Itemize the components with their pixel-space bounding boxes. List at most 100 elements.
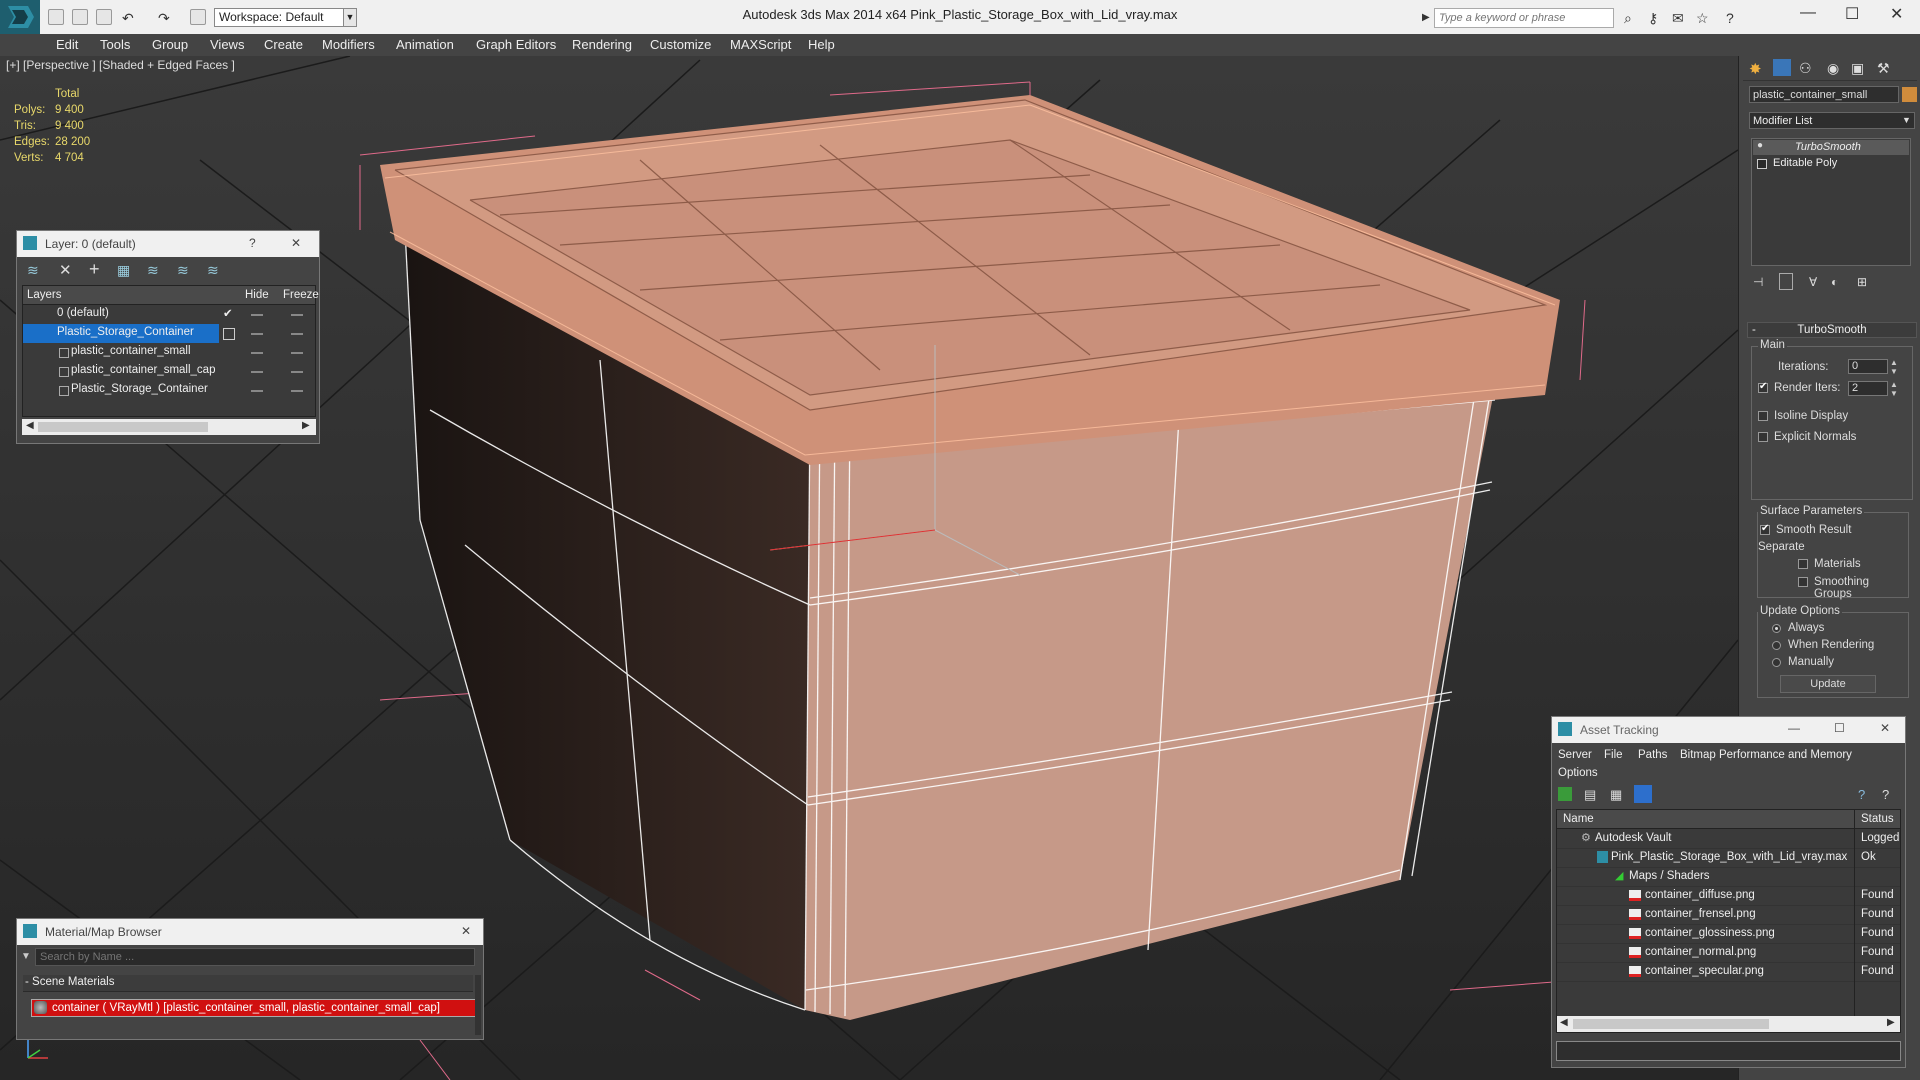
material-browser-titlebar[interactable]: Material/Map Browser ✕: [17, 919, 483, 945]
asset-tracking-titlebar[interactable]: Asset Tracking — ☐ ✕: [1552, 717, 1905, 743]
table-row[interactable]: ◢ Maps / Shaders: [1557, 867, 1900, 887]
always-radio[interactable]: [1772, 624, 1781, 633]
list-item[interactable]: plastic_container_small_cap: [23, 362, 315, 381]
menu-group[interactable]: Group: [152, 37, 188, 52]
isoline-display-checkbox[interactable]: [1758, 411, 1768, 421]
horizontal-scrollbar[interactable]: ◀ ▶: [1557, 1016, 1900, 1032]
hide-toggle[interactable]: [251, 352, 263, 354]
scroll-left-icon[interactable]: ◀: [1560, 1017, 1568, 1028]
options-chevron-icon[interactable]: ▼: [21, 951, 31, 962]
column-freeze[interactable]: Freeze: [283, 289, 319, 301]
select-objects-icon[interactable]: ▦: [117, 262, 130, 279]
display-tab-icon[interactable]: ▣: [1851, 60, 1864, 77]
hide-toggle[interactable]: [251, 314, 263, 316]
column-layers[interactable]: Layers: [27, 289, 62, 301]
asset-path-field[interactable]: [1556, 1041, 1901, 1061]
list-item[interactable]: 0 (default) ✔: [23, 305, 315, 324]
smoothing-groups-checkbox[interactable]: [1798, 577, 1808, 587]
current-layer-check-icon[interactable]: ✔: [223, 306, 233, 320]
table-row[interactable]: container_glossiness.png Found: [1557, 924, 1900, 944]
freeze-toggle[interactable]: [291, 390, 303, 392]
expand-arrow-icon[interactable]: ▶: [1422, 12, 1430, 23]
update-button[interactable]: Update: [1780, 675, 1876, 693]
material-item[interactable]: container ( VRayMtl ) [plastic_container…: [31, 999, 481, 1017]
freeze-toggle[interactable]: [291, 314, 303, 316]
table-row[interactable]: container_frensel.png Found: [1557, 905, 1900, 925]
freeze-toggle[interactable]: [291, 333, 303, 335]
viewport-label[interactable]: [+] [Perspective ] [Shaded + Edged Faces…: [6, 58, 235, 72]
list-item[interactable]: Plastic_Storage_Container: [23, 381, 315, 400]
pin-stack-icon[interactable]: ⊣: [1753, 275, 1763, 289]
explicit-normals-checkbox[interactable]: [1758, 432, 1768, 442]
motion-tab-icon[interactable]: ◉: [1827, 60, 1839, 77]
menu-graph-editors[interactable]: Graph Editors: [476, 37, 556, 52]
table-row[interactable]: container_diffuse.png Found: [1557, 886, 1900, 906]
current-layer-checkbox[interactable]: [223, 328, 235, 340]
close-window-icon[interactable]: ✕: [1890, 4, 1903, 24]
highlight-layer-icon[interactable]: ≋: [147, 262, 159, 279]
freeze-toggle[interactable]: [291, 352, 303, 354]
menu-create[interactable]: Create: [264, 37, 303, 52]
iterations-spinner[interactable]: 0: [1848, 359, 1888, 374]
render-iters-checkbox[interactable]: [1758, 381, 1768, 393]
menu-rendering[interactable]: Rendering: [572, 37, 632, 52]
menu-maxscript[interactable]: MAXScript: [730, 37, 791, 52]
table-view-icon[interactable]: [1634, 785, 1652, 803]
thumbnail-view-icon[interactable]: ▦: [1610, 787, 1622, 803]
materials-checkbox[interactable]: [1798, 559, 1808, 569]
column-divider[interactable]: [1854, 810, 1855, 828]
help-icon[interactable]: ?: [1726, 10, 1734, 26]
object-color-swatch[interactable]: [1902, 87, 1917, 102]
table-row[interactable]: Pink_Plastic_Storage_Box_with_Lid_vray.m…: [1557, 848, 1900, 868]
render-iters-spinner[interactable]: 2: [1848, 381, 1888, 396]
hide-all-layers-icon[interactable]: ≋: [177, 262, 189, 279]
material-search-input[interactable]: [35, 948, 475, 966]
favorites-star-icon[interactable]: ☆: [1696, 10, 1709, 27]
scrollbar-thumb[interactable]: [38, 422, 208, 432]
column-status[interactable]: Status: [1861, 813, 1894, 825]
list-view-icon[interactable]: ▤: [1584, 787, 1596, 803]
help-icon[interactable]: ?: [1858, 787, 1865, 802]
menu-file[interactable]: File: [1604, 749, 1623, 761]
menu-server[interactable]: Server: [1558, 749, 1592, 761]
refresh-icon[interactable]: [1558, 787, 1572, 801]
help-icon[interactable]: ?: [249, 236, 256, 250]
stack-item-turbosmooth[interactable]: ● TurboSmooth: [1753, 140, 1909, 155]
add-to-layer-icon[interactable]: +: [89, 259, 100, 280]
table-row[interactable]: ⚙ Autodesk Vault Logged: [1557, 829, 1900, 849]
spinner-arrows-icon[interactable]: ▲ ▼: [1890, 380, 1898, 398]
utilities-tab-icon[interactable]: ⚒: [1877, 60, 1890, 77]
turbosmooth-rollout-header[interactable]: - TurboSmooth: [1747, 322, 1917, 338]
menu-edit[interactable]: Edit: [56, 37, 78, 52]
menu-views[interactable]: Views: [210, 37, 244, 52]
spinner-arrows-icon[interactable]: ▲ ▼: [1890, 358, 1898, 376]
menu-help[interactable]: Help: [808, 37, 835, 52]
delete-layer-icon[interactable]: ✕: [59, 261, 72, 279]
menu-modifiers[interactable]: Modifiers: [322, 37, 375, 52]
hierarchy-tab-icon[interactable]: ⚇: [1799, 60, 1812, 77]
menu-animation[interactable]: Animation: [396, 37, 454, 52]
show-end-result-icon[interactable]: [1779, 273, 1793, 290]
menu-paths[interactable]: Paths: [1638, 749, 1667, 761]
expand-plus-icon[interactable]: [1757, 159, 1767, 169]
help-search-input[interactable]: [1434, 8, 1614, 28]
binoculars-icon[interactable]: ⌕: [1624, 10, 1632, 27]
maximize-icon[interactable]: ☐: [1834, 721, 1845, 735]
smooth-result-checkbox[interactable]: [1760, 523, 1770, 535]
list-item[interactable]: plastic_container_small: [23, 343, 315, 362]
minimize-icon[interactable]: —: [1788, 721, 1800, 735]
when-rendering-radio[interactable]: [1772, 641, 1781, 650]
table-row[interactable]: container_normal.png Found: [1557, 943, 1900, 963]
scroll-left-icon[interactable]: ◀: [26, 420, 34, 431]
freeze-all-layers-icon[interactable]: ≋: [207, 262, 219, 279]
lightbulb-icon[interactable]: ●: [1757, 140, 1763, 151]
scroll-right-icon[interactable]: ▶: [1887, 1017, 1895, 1028]
column-hide[interactable]: Hide: [245, 289, 269, 301]
subscription-key-icon[interactable]: ⚷: [1648, 10, 1658, 27]
object-name-field[interactable]: [1749, 86, 1899, 103]
maximize-window-icon[interactable]: ☐: [1845, 4, 1859, 24]
modifier-list-dropdown[interactable]: Modifier List ▼: [1749, 112, 1915, 129]
vertical-scrollbar[interactable]: [475, 975, 481, 1035]
column-name[interactable]: Name: [1563, 813, 1594, 825]
freeze-toggle[interactable]: [291, 371, 303, 373]
